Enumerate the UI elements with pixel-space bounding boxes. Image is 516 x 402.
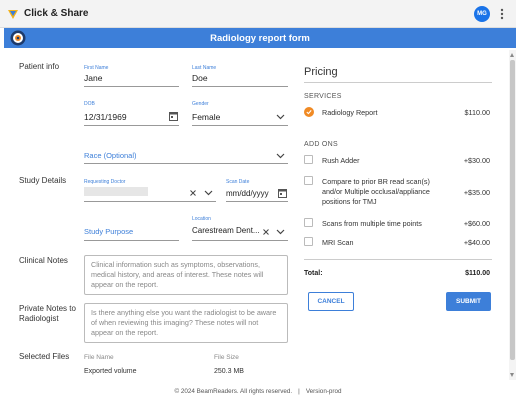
addons-heading: ADD ONS	[304, 141, 338, 148]
scrollbar[interactable]	[509, 50, 516, 380]
addon-name: MRI Scan	[322, 238, 354, 247]
pricing-panel: Pricing SERVICES Radiology Report $110.0…	[294, 50, 508, 378]
checkbox[interactable]	[304, 176, 313, 185]
addon-price: +$60.00	[463, 219, 490, 228]
footer: © 2024 BeamReaders. All rights reserved.…	[0, 380, 516, 402]
window-title-bar: Click & Share MG	[0, 0, 516, 28]
total-row: Total: $110.00	[304, 270, 490, 277]
patient-info-label: Patient info	[19, 62, 60, 71]
file-name-header: File Name	[84, 354, 114, 361]
total-label: Total:	[304, 270, 323, 277]
chevron-down-icon[interactable]	[276, 229, 285, 235]
chevron-down-icon[interactable]	[276, 114, 285, 120]
study-purpose-underline	[84, 240, 179, 241]
scan-date-underline	[226, 201, 288, 202]
checkbox[interactable]	[304, 237, 313, 246]
scroll-thumb[interactable]	[510, 60, 515, 360]
file-name-cell: Exported volume	[84, 368, 137, 375]
race-select[interactable]: Race (Optional)	[84, 151, 137, 160]
requesting-doctor-label: Requesting Doctor	[84, 179, 126, 185]
dob-field[interactable]: 12/31/1969	[84, 112, 127, 122]
clear-icon[interactable]	[263, 229, 269, 235]
location-label: Location	[192, 216, 211, 222]
scan-date-field[interactable]: mm/dd/yyyy	[226, 189, 269, 198]
beamreaders-logo-icon	[10, 30, 26, 46]
app-logo-icon	[8, 9, 18, 19]
form-header: Radiology report form	[4, 28, 516, 48]
calendar-icon[interactable]	[169, 111, 178, 121]
gender-label: Gender	[192, 101, 209, 107]
total-value: $110.00	[465, 270, 490, 277]
clinical-notes-label: Clinical Notes	[19, 256, 68, 265]
copyright-text: © 2024 BeamReaders. All rights reserved.	[174, 387, 293, 395]
location-underline	[192, 240, 288, 241]
cancel-button[interactable]: CANCEL	[308, 292, 354, 311]
total-divider	[304, 259, 492, 260]
last-name-label: Last Name	[192, 65, 217, 71]
first-name-underline	[84, 86, 179, 87]
gender-select[interactable]: Female	[192, 112, 220, 122]
scroll-down-arrow-icon[interactable]	[510, 373, 514, 377]
clear-icon[interactable]	[190, 190, 196, 196]
file-size-cell: 250.3 MB	[214, 368, 244, 375]
submit-button[interactable]: SUBMIT	[446, 292, 491, 311]
services-heading: SERVICES	[304, 93, 342, 100]
service-name: Radiology Report	[322, 108, 378, 117]
report-form: Patient info First Name Jane Last Name D…	[12, 50, 294, 380]
user-avatar[interactable]: MG	[474, 6, 490, 22]
chevron-down-icon[interactable]	[276, 153, 285, 159]
checkbox-checked-icon[interactable]	[304, 107, 314, 117]
pricing-title: Pricing	[304, 66, 338, 78]
checkbox[interactable]	[304, 218, 313, 227]
gender-underline	[192, 125, 288, 126]
dob-underline	[84, 125, 179, 126]
clinical-notes-textarea[interactable]: Clinical information such as symptoms, o…	[84, 255, 288, 295]
last-name-field[interactable]: Doe	[192, 73, 208, 83]
race-underline	[84, 163, 288, 164]
page-title: Radiology report form	[210, 32, 310, 44]
first-name-field[interactable]: Jane	[84, 73, 102, 83]
last-name-underline	[192, 86, 288, 87]
addon-name: Compare to prior BR read scan(s) and/or …	[322, 177, 430, 206]
calendar-icon[interactable]	[278, 188, 287, 198]
addon-price: +$40.00	[463, 238, 490, 247]
first-name-label: First Name	[84, 65, 109, 71]
selected-files-label: Selected Files	[19, 352, 70, 361]
service-price: $110.00	[464, 108, 490, 117]
requesting-doctor-field[interactable]	[84, 187, 148, 196]
addon-name: Rush Adder	[322, 156, 360, 165]
study-purpose-field[interactable]: Study Purpose	[84, 227, 133, 236]
chevron-down-icon[interactable]	[204, 190, 213, 196]
private-notes-label: Private Notes to Radiologist	[19, 304, 76, 323]
scroll-up-arrow-icon[interactable]	[510, 53, 514, 57]
pricing-divider	[304, 82, 492, 83]
location-select[interactable]: Carestream Dent...	[192, 226, 260, 235]
file-size-header: File Size	[214, 354, 239, 361]
requesting-doctor-underline	[84, 201, 216, 202]
more-vertical-icon[interactable]	[496, 7, 508, 21]
scan-date-label: Scan Date	[226, 179, 250, 185]
checkbox[interactable]	[304, 155, 313, 164]
addon-name: Scans from multiple time points	[322, 219, 422, 228]
addon-price: +$35.00	[463, 188, 490, 197]
footer-separator: |	[298, 387, 300, 395]
version-text: Version-prod	[305, 387, 342, 395]
private-notes-textarea[interactable]: Is there anything else you want the radi…	[84, 303, 288, 343]
addon-price: +$30.00	[463, 156, 490, 165]
dob-label: DOB	[84, 101, 95, 107]
window-title: Click & Share	[24, 8, 89, 19]
study-details-label: Study Details	[19, 176, 67, 185]
